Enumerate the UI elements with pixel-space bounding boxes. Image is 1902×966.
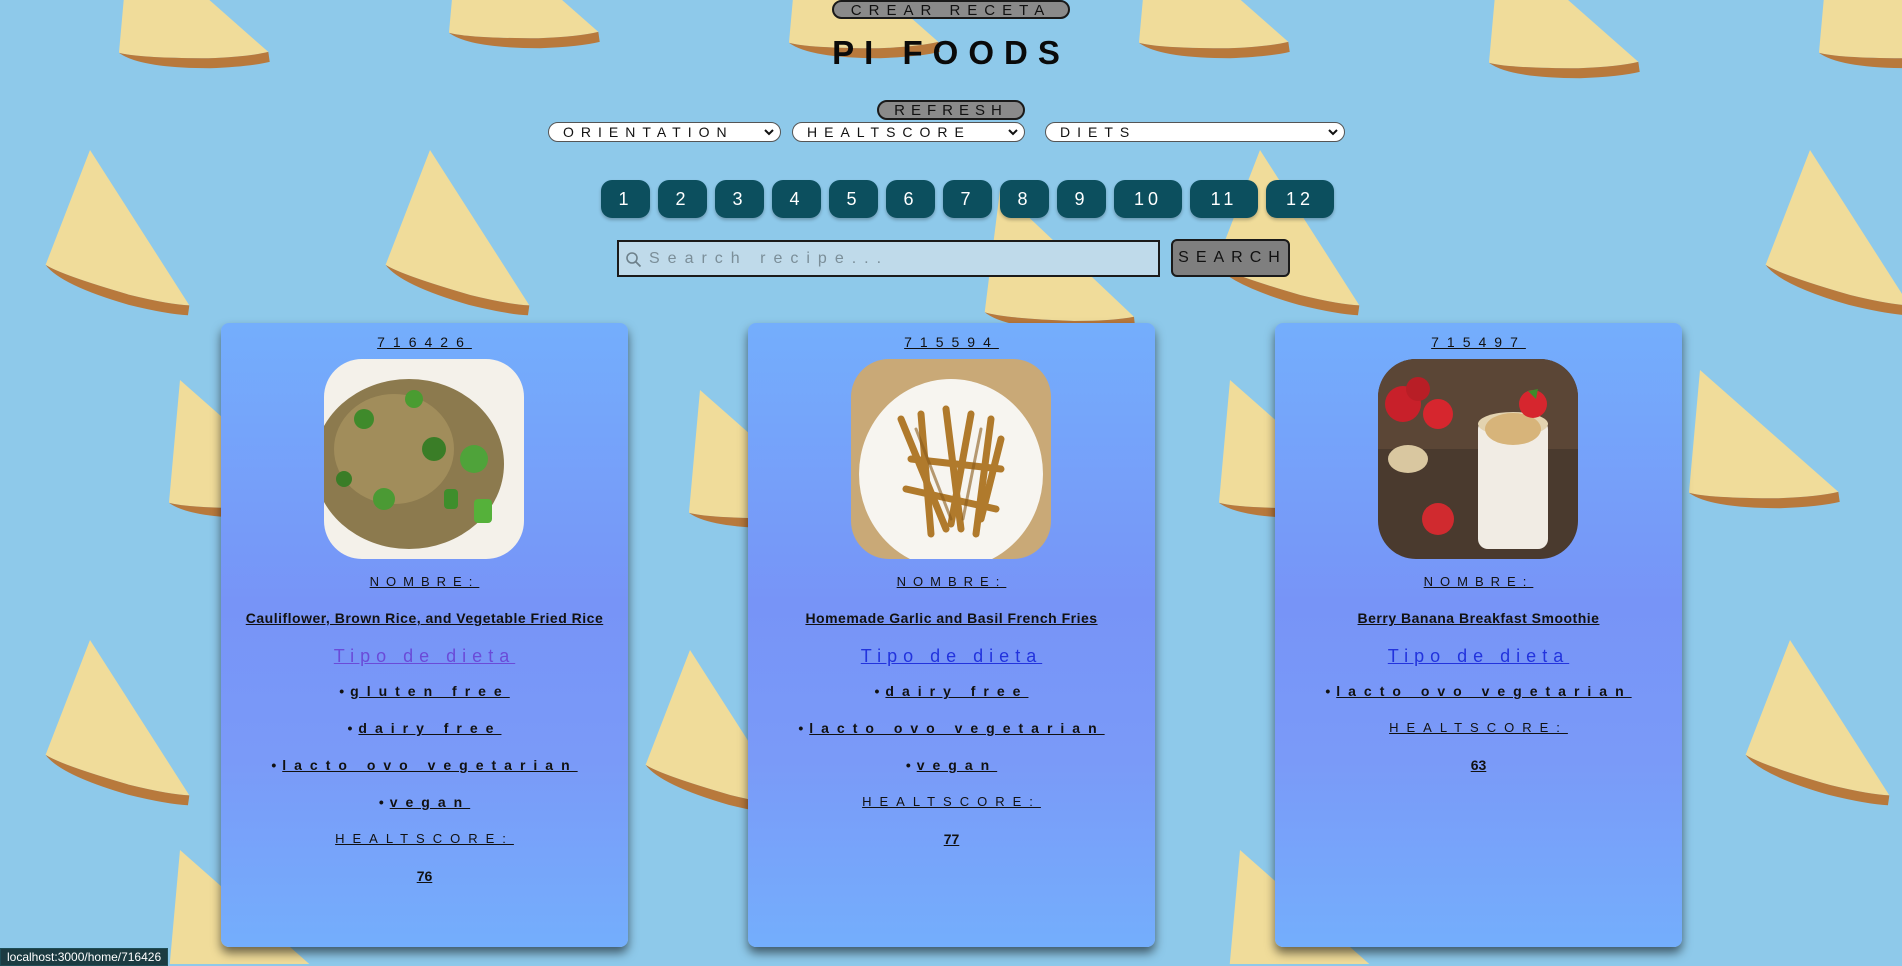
diet-label: vegan — [389, 794, 471, 810]
orientation-select[interactable]: ORIENTATION — [548, 122, 781, 142]
page-button-8[interactable]: 8 — [1000, 180, 1049, 218]
page-button-2[interactable]: 2 — [658, 180, 707, 218]
list-item: • gluten free — [339, 683, 510, 699]
list-item: • vegan — [905, 757, 998, 773]
page-button-5[interactable]: 5 — [829, 180, 878, 218]
recipe-name[interactable]: Cauliflower, Brown Rice, and Vegetable F… — [221, 610, 628, 626]
diet-label: gluten free — [350, 683, 510, 699]
recipe-id-link[interactable]: 715497 — [1275, 334, 1682, 350]
recipe-name-label: NOMBRE: — [896, 574, 1007, 589]
healthscore-value: 77 — [943, 831, 960, 847]
diets-select-value: DIETS — [1060, 124, 1137, 140]
diet-list: • gluten free • dairy free • lacto ovo vege… — [221, 683, 628, 905]
healthscore-select[interactable]: HEALTSCORE — [792, 122, 1025, 142]
page-content: CREAR RECETA PI FOODS REFRESH ORIENTATIO… — [0, 0, 1902, 966]
diets-select[interactable]: DIETS — [1045, 122, 1345, 142]
recipe-image — [851, 359, 1051, 559]
chevron-down-icon — [1008, 129, 1018, 136]
page-button-9[interactable]: 9 — [1057, 180, 1106, 218]
page-title: PI FOODS — [832, 34, 1070, 71]
list-item: • lacto ovo vegetarian — [798, 720, 1105, 736]
page-button-7[interactable]: 7 — [943, 180, 992, 218]
diet-label: lacto ovo vegetarian — [1336, 683, 1632, 699]
search-icon — [626, 252, 642, 268]
recipe-image — [1378, 359, 1578, 559]
recipe-name-label: NOMBRE: — [1423, 574, 1534, 589]
diet-type-link[interactable]: Tipo de dieta — [748, 646, 1155, 667]
page-button-3[interactable]: 3 — [715, 180, 764, 218]
chevron-down-icon — [764, 129, 774, 136]
healthscore-value: 63 — [1470, 757, 1487, 773]
list-item: • dairy free — [347, 720, 502, 736]
diet-label: lacto ovo vegetarian — [282, 757, 578, 773]
list-item: • vegan — [378, 794, 471, 810]
diet-label: dairy free — [885, 683, 1029, 699]
recipe-id-link[interactable]: 715594 — [748, 334, 1155, 350]
healthscore-select-value: HEALTSCORE — [807, 124, 971, 140]
recipe-name[interactable]: Homemade Garlic and Basil French Fries — [748, 610, 1155, 626]
recipe-id-link[interactable]: 716426 — [221, 334, 628, 350]
recipe-card[interactable]: 715497 NOMBRE: Berry Banana Breakfast Sm… — [1275, 323, 1682, 947]
list-item: • lacto ovo vegetarian — [271, 757, 578, 773]
page-button-1[interactable]: 1 — [601, 180, 650, 218]
healthscore-label: HEALTSCORE: — [862, 794, 1041, 809]
diet-label: vegan — [916, 757, 998, 773]
search-input[interactable]: Search recipe... — [617, 240, 1160, 277]
diet-type-link[interactable]: Tipo de dieta — [221, 646, 628, 667]
create-recipe-button[interactable]: CREAR RECETA — [832, 0, 1070, 19]
recipe-card[interactable]: 716426 NOMBRE: Cauliflower, Brown Rice, … — [221, 323, 628, 947]
chevron-down-icon — [1328, 129, 1338, 136]
page-button-6[interactable]: 6 — [886, 180, 935, 218]
recipe-name[interactable]: Berry Banana Breakfast Smoothie — [1275, 610, 1682, 626]
diet-list: • lacto ovo vegetarian HEALTSCORE: 63 — [1275, 683, 1682, 794]
page-button-12[interactable]: 12 — [1266, 180, 1334, 218]
orientation-select-value: ORIENTATION — [563, 124, 734, 140]
diet-label: dairy free — [358, 720, 502, 736]
diet-label: lacto ovo vegetarian — [809, 720, 1105, 736]
recipe-name-label: NOMBRE: — [369, 574, 480, 589]
refresh-button[interactable]: REFRESH — [877, 100, 1025, 120]
list-item: • lacto ovo vegetarian — [1325, 683, 1632, 699]
healthscore-label: HEALTSCORE: — [335, 831, 514, 846]
search-placeholder: Search recipe... — [649, 250, 890, 267]
status-bar-url: localhost:3000/home/716426 — [0, 948, 169, 966]
healthscore-label: HEALTSCORE: — [1389, 720, 1568, 735]
recipe-card[interactable]: 715594 NOMBRE: Homemade Garlic and Basil… — [748, 323, 1155, 947]
recipe-image — [324, 359, 524, 559]
page-button-11[interactable]: 11 — [1190, 180, 1258, 218]
page-button-10[interactable]: 10 — [1114, 180, 1182, 218]
page-button-4[interactable]: 4 — [772, 180, 821, 218]
list-item: • dairy free — [874, 683, 1029, 699]
healthscore-value: 76 — [416, 868, 433, 884]
search-button[interactable]: SEARCH — [1171, 239, 1290, 277]
diet-type-link[interactable]: Tipo de dieta — [1275, 646, 1682, 667]
diet-list: • dairy free • lacto ovo vegetarian • vegan… — [748, 683, 1155, 868]
